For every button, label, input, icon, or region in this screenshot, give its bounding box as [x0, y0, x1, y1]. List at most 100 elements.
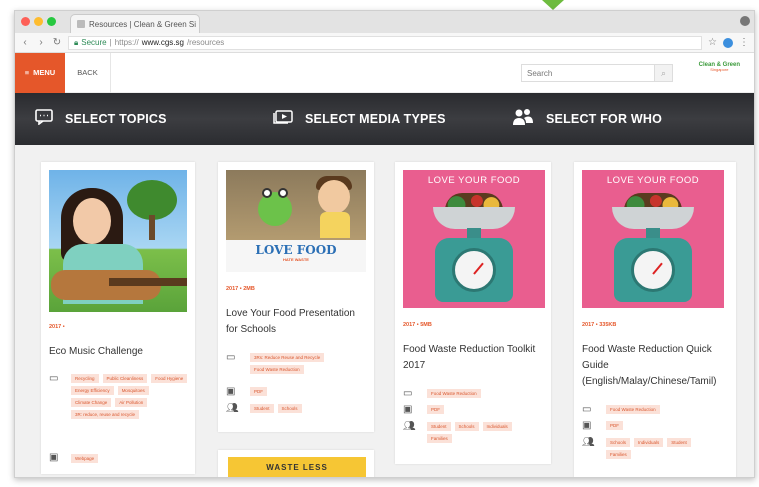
- audience-tag[interactable]: Individuals: [634, 438, 664, 447]
- waste-less-banner: WASTE LESS: [228, 457, 366, 477]
- kebab-menu-icon[interactable]: ⋮: [739, 37, 749, 48]
- media-tag[interactable]: PDF: [250, 387, 267, 396]
- back-button[interactable]: BACK: [65, 52, 111, 93]
- resource-card-quick-guide[interactable]: LOVE YOUR FOOD 2017 • 335KB Food Waste R…: [574, 162, 736, 477]
- media-tags: PDF: [427, 405, 545, 414]
- card-title[interactable]: Eco Music Challenge: [49, 344, 189, 360]
- topic-tag[interactable]: Air Pollution: [115, 398, 148, 407]
- media-icon: [273, 109, 293, 129]
- audience-tag[interactable]: Student: [667, 438, 691, 447]
- people-icon: 👥︎: [582, 437, 595, 448]
- secure-label: Secure: [81, 38, 107, 47]
- media-icon: ▣: [582, 420, 592, 431]
- select-for-who-filter[interactable]: SELECT FOR WHO: [512, 93, 662, 145]
- audience-tag[interactable]: Schools: [454, 422, 479, 431]
- topic-tags: Food Waste Reduction: [427, 389, 545, 398]
- audience-tag[interactable]: Schools: [606, 438, 631, 447]
- media-tag[interactable]: PDF: [606, 421, 623, 430]
- topic-tag[interactable]: Food Hygiene: [151, 374, 188, 383]
- resource-grid: 2017 • Eco Music Challenge ▭ Recycling P…: [15, 145, 754, 477]
- tab-title: Resources | Clean & Green Si: [89, 19, 197, 29]
- select-media-types-filter[interactable]: SELECT MEDIA TYPES: [273, 93, 446, 145]
- audience-tag[interactable]: Schools: [277, 404, 302, 413]
- topic-tag[interactable]: Food Waste Reduction: [427, 389, 481, 398]
- bookmark-star-icon[interactable]: ☆: [708, 37, 717, 48]
- card-title[interactable]: Food Waste Reduction Quick Guide (Englis…: [582, 342, 734, 390]
- topic-tag[interactable]: Food Waste Reduction: [250, 365, 304, 374]
- audience-tag[interactable]: Families: [606, 450, 631, 459]
- audience-tag[interactable]: Families: [427, 434, 452, 443]
- people-icon: 👥︎: [403, 421, 416, 432]
- back-arrow-icon[interactable]: ‹: [20, 37, 30, 48]
- url-field[interactable]: 🔒︎ Secure | https://www.cgs.sg/resources: [68, 35, 703, 50]
- people-icon: [512, 108, 534, 131]
- card-meta: 2017 • 335KB: [582, 322, 617, 328]
- media-icon: ▣: [49, 452, 59, 463]
- card-meta: 2017 • 2MB: [226, 286, 255, 292]
- close-window-button[interactable]: [21, 17, 30, 26]
- address-bar: ‹ › ↻ 🔒︎ Secure | https://www.cgs.sg/res…: [15, 33, 754, 53]
- minimize-window-button[interactable]: [34, 17, 43, 26]
- resource-card-toolkit-2017[interactable]: LOVE YOUR FOOD 2017 • 5MB Food Waste Red…: [395, 162, 551, 464]
- audience-tags: Student Schools: [250, 404, 368, 413]
- topic-tag[interactable]: Mosquitoes: [117, 386, 149, 395]
- search-button[interactable]: ⌕: [655, 64, 673, 82]
- resource-card-love-your-food-presentation[interactable]: LOVE FOOD HATE WASTE 2017 • 2MB Love You…: [218, 162, 374, 432]
- topic-tag[interactable]: 3Rs: Reduce Reuse and Recycle: [250, 353, 325, 362]
- url-scheme: https://: [114, 38, 139, 47]
- forward-arrow-icon[interactable]: ›: [36, 37, 46, 48]
- topic-tag[interactable]: Food Waste Reduction: [606, 405, 660, 414]
- site-logo[interactable]: Clean & Green Singapore: [699, 62, 740, 72]
- logo-line2: Singapore: [710, 67, 729, 72]
- maximize-window-button[interactable]: [47, 17, 56, 26]
- love-your-food-caption: LOVE YOUR FOOD: [427, 175, 521, 186]
- search-icon: ⌕: [660, 67, 667, 78]
- browser-tab[interactable]: Resources | Clean & Green Si ×: [70, 14, 200, 33]
- topic-tags: Recycling Public Cleanliness Food Hygien…: [71, 374, 189, 419]
- topic-tag[interactable]: Climate Change: [71, 398, 112, 407]
- hamburger-icon: ≡: [24, 68, 30, 77]
- profile-icon[interactable]: [740, 16, 750, 26]
- site-header: ≡ MENU BACK Search ⌕ Clean & Green Singa…: [15, 52, 754, 93]
- select-for-who-label: SELECT FOR WHO: [546, 112, 662, 126]
- search-input[interactable]: Search: [521, 64, 655, 82]
- card-title[interactable]: Love Your Food Presentation for Schools: [226, 306, 368, 338]
- audience-tag[interactable]: Individuals: [482, 422, 512, 431]
- select-topics-filter[interactable]: SELECT TOPICS: [35, 93, 167, 145]
- lock-icon: 🔒︎: [74, 37, 79, 47]
- chat-icon: ▭: [582, 404, 592, 415]
- reload-icon[interactable]: ↻: [52, 37, 62, 48]
- media-tags: PDF: [606, 421, 724, 430]
- love-your-food-thumbnail: LOVE YOUR FOOD: [582, 170, 724, 308]
- topic-tag[interactable]: Public Cleanliness: [102, 374, 148, 383]
- love-food-thumbnail: LOVE FOOD HATE WASTE: [226, 170, 366, 272]
- audience-tag[interactable]: Student: [427, 422, 451, 431]
- menu-button[interactable]: ≡ MENU: [15, 52, 65, 93]
- topic-tags: Food Waste Reduction: [606, 405, 724, 414]
- resource-card-eco-music[interactable]: 2017 • Eco Music Challenge ▭ Recycling P…: [41, 162, 195, 474]
- topic-tag[interactable]: 3R: reduce, reuse and recycle: [71, 410, 140, 419]
- eco-music-thumbnail: [49, 170, 187, 312]
- media-tag[interactable]: Webpage: [71, 454, 99, 463]
- audience-tag[interactable]: Student: [250, 404, 274, 413]
- card-title[interactable]: Food Waste Reduction Toolkit 2017: [403, 342, 545, 374]
- resource-card-waste-less[interactable]: WASTE LESS: [218, 450, 374, 477]
- media-icon: ▣: [226, 386, 236, 397]
- topic-tag[interactable]: Recycling: [71, 374, 99, 383]
- url-path: /resources: [186, 38, 225, 47]
- chat-icon: [35, 108, 53, 130]
- url-host: www.cgs.sg: [141, 38, 184, 47]
- love-your-food-caption: LOVE YOUR FOOD: [606, 175, 700, 186]
- favicon-icon: [77, 20, 85, 28]
- select-media-types-label: SELECT MEDIA TYPES: [305, 112, 446, 126]
- chat-icon: ▭: [49, 373, 59, 384]
- extension-icon[interactable]: [723, 37, 733, 48]
- love-food-logo: LOVE FOOD HATE WASTE: [255, 243, 337, 262]
- audience-tags: Student Schools Individuals Families: [427, 422, 527, 443]
- browser-window: Resources | Clean & Green Si × ‹ › ↻ 🔒︎ …: [14, 10, 755, 478]
- topic-tag[interactable]: Energy Efficiency: [71, 386, 114, 395]
- green-marker: [542, 0, 564, 10]
- media-tag[interactable]: PDF: [427, 405, 444, 414]
- tab-bar: Resources | Clean & Green Si ×: [15, 11, 754, 33]
- topic-tags: 3Rs: Reduce Reuse and Recycle Food Waste…: [250, 353, 368, 374]
